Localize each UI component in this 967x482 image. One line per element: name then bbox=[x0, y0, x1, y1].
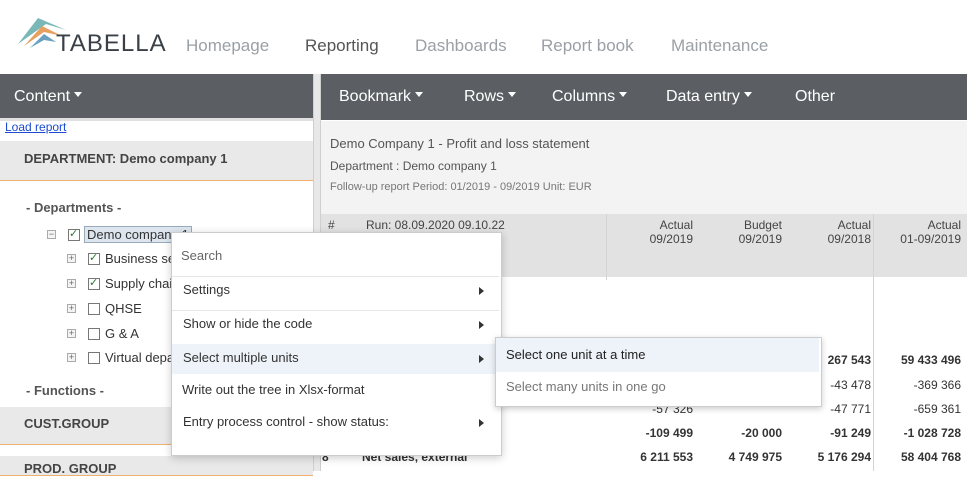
data-entry-label: Data entry bbox=[666, 88, 740, 105]
cell: 6 211 553 bbox=[640, 450, 693, 464]
col-header-line1: Budget bbox=[743, 218, 782, 232]
tree-node-label: Business se bbox=[105, 251, 176, 266]
checkbox[interactable] bbox=[88, 328, 100, 340]
col-header-line1: Actual bbox=[927, 218, 961, 232]
col-header-1: Actual 09/2019 bbox=[603, 218, 693, 246]
checkbox[interactable] bbox=[88, 352, 100, 364]
expand-icon[interactable]: + bbox=[67, 329, 76, 338]
cell: -20 000 bbox=[741, 426, 782, 440]
caret-down-icon bbox=[415, 92, 424, 98]
content-menu-button[interactable]: Content bbox=[14, 88, 83, 106]
checkbox[interactable] bbox=[88, 276, 100, 290]
bookmark-menu-button[interactable]: Bookmark bbox=[339, 88, 424, 106]
logo-text: TABELLA bbox=[56, 30, 167, 57]
rows-menu-button[interactable]: Rows bbox=[464, 88, 517, 106]
department-header[interactable]: DEPARTMENT: Demo company 1 bbox=[0, 141, 313, 181]
cell: -91 249 bbox=[830, 426, 871, 440]
data-entry-menu-button[interactable]: Data entry bbox=[666, 88, 752, 106]
caret-down-icon bbox=[619, 92, 628, 98]
submenu-arrow-icon bbox=[479, 355, 484, 363]
caret-down-icon bbox=[743, 92, 752, 98]
col-header-line1: Actual bbox=[659, 218, 693, 232]
col-header-4: Actual 01-09/2019 bbox=[871, 218, 961, 246]
cell: -1 028 728 bbox=[903, 426, 961, 440]
submenu-arrow-icon bbox=[479, 287, 484, 295]
expand-icon[interactable]: + bbox=[67, 353, 76, 362]
cell: 59 433 496 bbox=[900, 353, 961, 367]
rows-label: Rows bbox=[464, 88, 505, 105]
report-meta: Follow-up report Period: 01/2019 - 09/20… bbox=[330, 181, 592, 193]
tree-node-label: Virtual depa bbox=[105, 350, 175, 365]
cell: -369 366 bbox=[913, 378, 961, 392]
other-menu-button[interactable]: Other bbox=[795, 88, 835, 106]
top-navigation: TABELLA Homepage Reporting Dashboards Re… bbox=[0, 0, 967, 74]
caret-down-icon bbox=[74, 92, 83, 98]
col-header-3: Actual 09/2018 bbox=[781, 218, 871, 246]
tree-node-label: Supply chai bbox=[105, 276, 173, 291]
menu-item-settings[interactable]: Settings bbox=[183, 282, 230, 297]
cell: 58 404 768 bbox=[900, 450, 961, 464]
nav-reporting[interactable]: Reporting bbox=[305, 36, 379, 56]
menu-divider bbox=[172, 310, 499, 311]
nav-report-book[interactable]: Report book bbox=[541, 36, 634, 56]
load-report-link[interactable]: Load report bbox=[5, 120, 66, 134]
departments-label: - Departments - bbox=[26, 200, 122, 215]
expand-icon[interactable]: + bbox=[67, 304, 76, 313]
prod-group-header[interactable]: PROD. GROUP bbox=[0, 456, 313, 476]
context-search-input[interactable]: Search bbox=[181, 248, 222, 263]
col-header-line2: 09/2019 bbox=[649, 232, 693, 246]
menu-item-write-tree-xlsx[interactable]: Write out the tree in Xlsx-format bbox=[182, 382, 365, 397]
menu-item-show-hide-code[interactable]: Show or hide the code bbox=[183, 316, 312, 331]
report-department: Department : Demo company 1 bbox=[330, 159, 497, 173]
content-menu-label: Content bbox=[14, 88, 71, 105]
col-header-line2: 09/2019 bbox=[738, 232, 782, 246]
submenu-select-one-unit[interactable]: Select one unit at a time bbox=[506, 347, 645, 362]
cell: 5 176 294 bbox=[817, 450, 871, 464]
functions-label: - Functions - bbox=[26, 383, 104, 398]
nav-homepage[interactable]: Homepage bbox=[186, 36, 269, 56]
report-title: Demo Company 1 - Profit and loss stateme… bbox=[330, 136, 590, 151]
menu-divider bbox=[172, 276, 499, 277]
tree-node-label: G & A bbox=[105, 326, 139, 341]
expand-icon[interactable]: + bbox=[67, 254, 76, 263]
checkbox[interactable] bbox=[68, 227, 80, 241]
submenu-select-many-units[interactable]: Select many units in one go bbox=[506, 379, 666, 394]
caret-down-icon bbox=[508, 92, 517, 98]
cell: -659 361 bbox=[913, 402, 961, 416]
tree-node-label: QHSE bbox=[105, 301, 142, 316]
collapse-icon[interactable]: − bbox=[47, 230, 56, 239]
menu-item-entry-process-control[interactable]: Entry process control - show status: bbox=[183, 414, 389, 429]
col-header-line2: 01-09/2019 bbox=[900, 232, 961, 246]
expand-icon[interactable]: + bbox=[67, 279, 76, 288]
col-header-2: Budget 09/2019 bbox=[692, 218, 782, 246]
submenu-arrow-icon bbox=[479, 419, 484, 427]
col-header-line2: 09/2018 bbox=[827, 232, 871, 246]
nav-dashboards[interactable]: Dashboards bbox=[415, 36, 507, 56]
nav-maintenance[interactable]: Maintenance bbox=[671, 36, 768, 56]
checkbox[interactable] bbox=[88, 251, 100, 265]
menu-item-select-multiple-units[interactable]: Select multiple units bbox=[183, 350, 299, 365]
run-header: Run: 08.09.2020 09.10.22 bbox=[366, 218, 505, 232]
submenu-arrow-icon bbox=[479, 321, 484, 329]
columns-label: Columns bbox=[552, 88, 616, 105]
hash-header: # bbox=[328, 218, 335, 232]
other-label: Other bbox=[795, 88, 836, 105]
cell: 4 749 975 bbox=[728, 450, 782, 464]
checkbox[interactable] bbox=[88, 303, 100, 315]
cell: -109 499 bbox=[645, 426, 693, 440]
col-header-line1: Actual bbox=[837, 218, 871, 232]
bookmark-label: Bookmark bbox=[339, 88, 412, 105]
columns-menu-button[interactable]: Columns bbox=[552, 88, 628, 106]
